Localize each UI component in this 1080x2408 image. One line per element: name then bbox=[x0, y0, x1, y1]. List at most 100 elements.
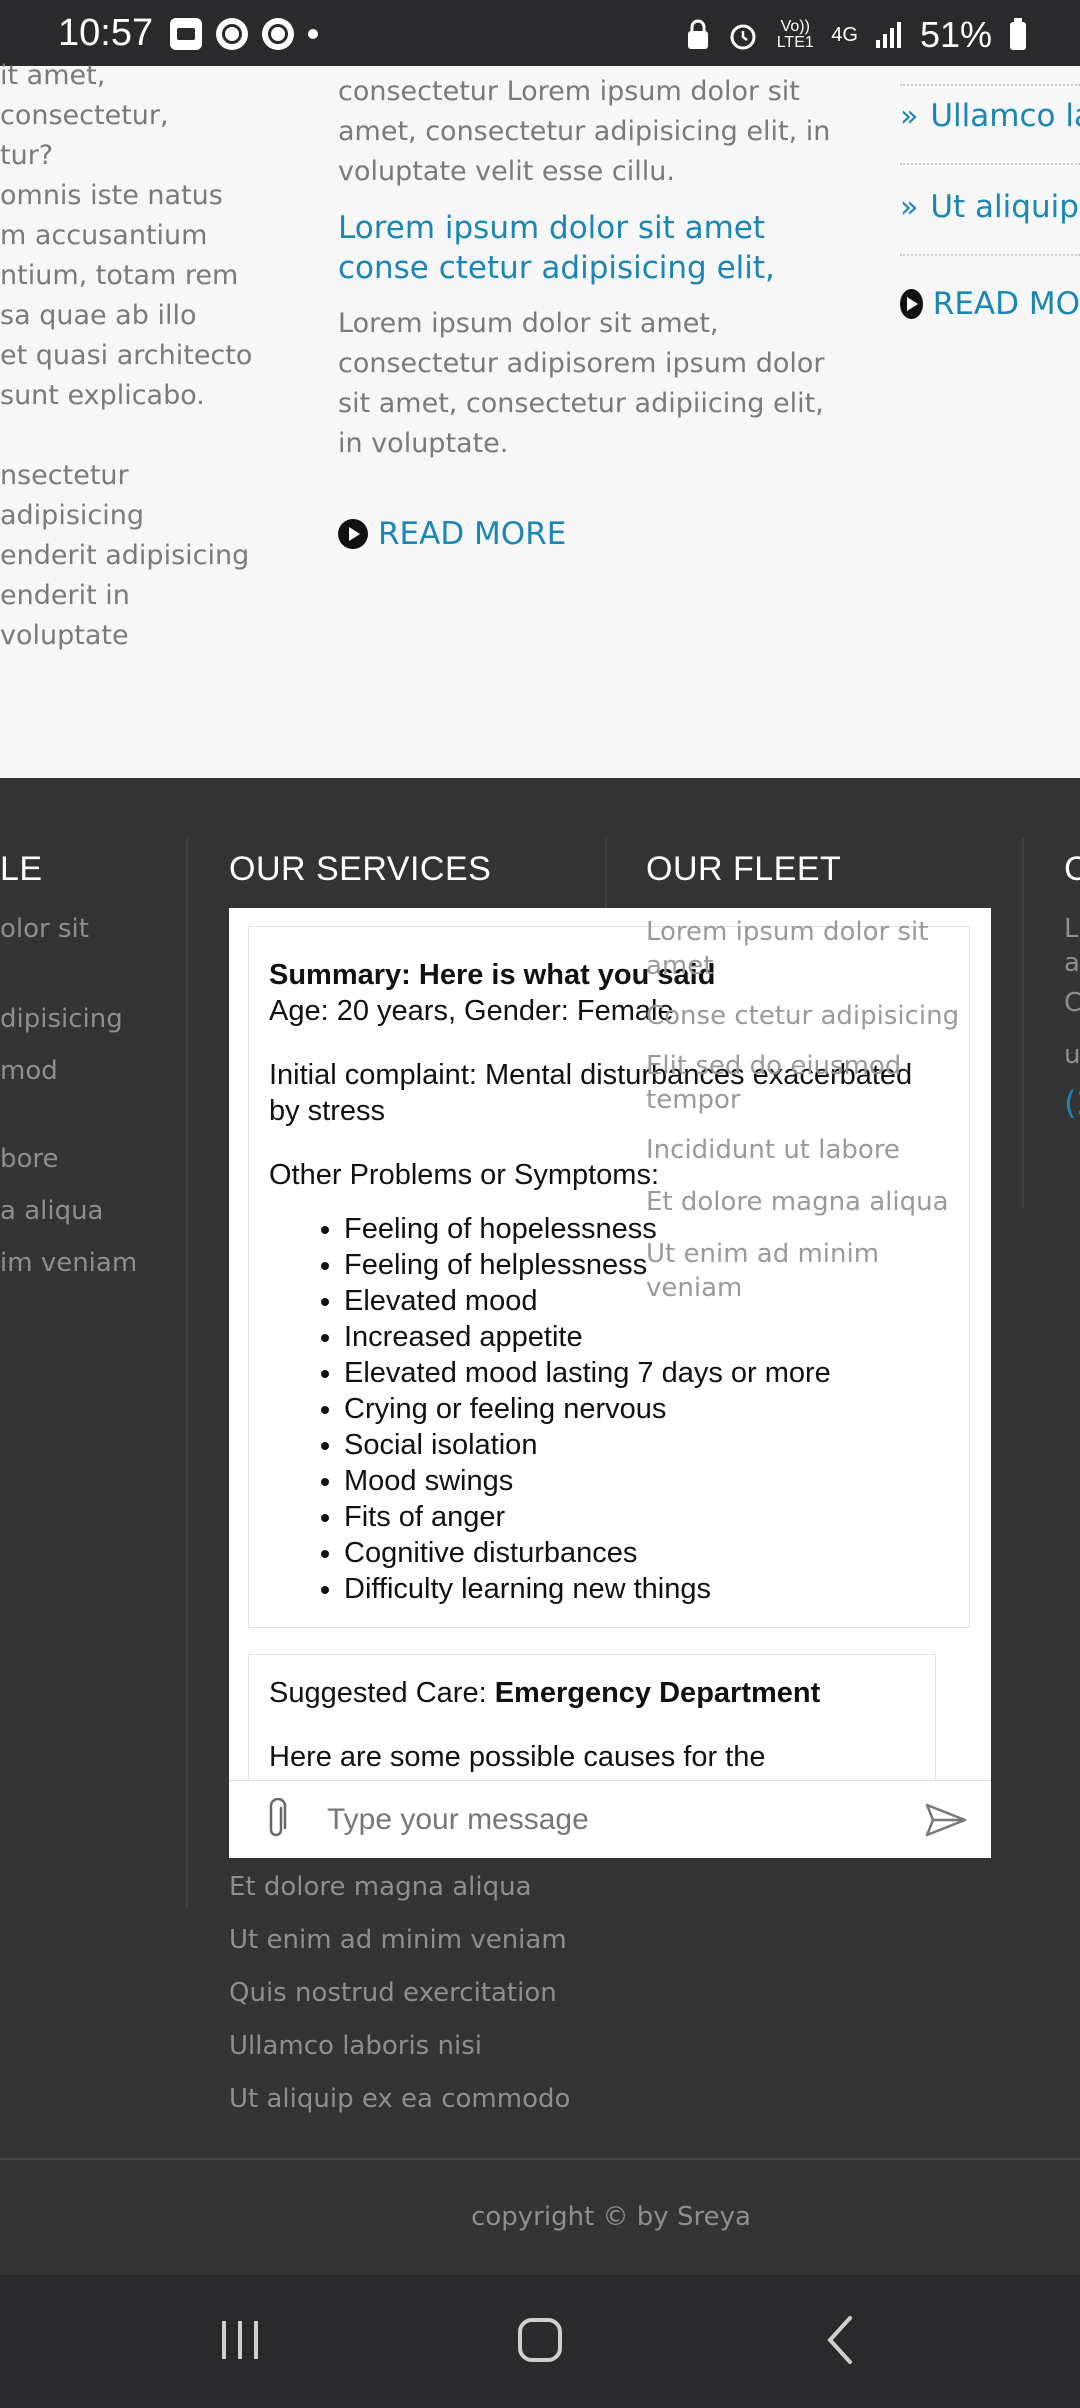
recent-apps-button[interactable] bbox=[200, 2305, 280, 2375]
send-button[interactable] bbox=[901, 1803, 991, 1837]
contact-line: C bbox=[1064, 988, 1080, 1018]
send-icon bbox=[925, 1803, 967, 1836]
blog-column-right: » Ullamco la » Ut aliquip READ MO bbox=[900, 84, 1080, 322]
fleet-link[interactable]: Conse ctetur adipisicing bbox=[646, 999, 976, 1033]
fleet-link[interactable]: Elit sed do eiusmod tempor bbox=[646, 1049, 976, 1117]
suggested-care-line: Suggested Care: Emergency Department bbox=[269, 1675, 915, 1711]
fleet-link[interactable]: Incididunt ut labore bbox=[646, 1133, 976, 1167]
divider bbox=[900, 254, 1080, 256]
footer-list-contact: L a C u (2 bbox=[1064, 912, 1080, 1120]
symptom-item: Increased appetite bbox=[344, 1319, 949, 1355]
read-more-link-right[interactable]: READ MO bbox=[900, 286, 1080, 322]
footer-heading-contact: C bbox=[1064, 850, 1080, 888]
footer-list-left: olor sit dipisicing mod bore a aliqua im… bbox=[0, 912, 137, 1280]
notification-icons bbox=[170, 18, 318, 50]
volte-label: Vo)) LTE1 bbox=[776, 18, 814, 51]
text-line: sa quae ab illo bbox=[0, 300, 197, 331]
contact-line: u bbox=[1064, 1040, 1080, 1070]
more-notifications-dot bbox=[308, 29, 318, 39]
message-input[interactable] bbox=[325, 1801, 889, 1838]
services-link[interactable]: Et dolore magna aliqua bbox=[229, 1870, 570, 1904]
text-line: sunt explicabo. bbox=[0, 380, 205, 411]
fleet-list: Lorem ipsum dolor sit amet Conse ctetur … bbox=[646, 915, 976, 1305]
symptom-item: Mood swings bbox=[344, 1463, 949, 1499]
contact-line: a bbox=[1064, 948, 1080, 978]
sidebar-link-1[interactable]: » Ullamco la bbox=[900, 96, 1080, 137]
blog-column-left: it amet, consectetur, tur? omnis iste na… bbox=[0, 56, 260, 656]
post-body-text: Lorem ipsum dolor sit amet, consectetur … bbox=[338, 308, 825, 459]
services-link[interactable]: Ut aliquip ex ea commodo bbox=[229, 2082, 570, 2116]
system-icons: Vo)) LTE1 4G 51% bbox=[685, 14, 1028, 56]
symptom-item: Elevated mood lasting 7 days or more bbox=[344, 1355, 949, 1391]
contact-line: L bbox=[1064, 914, 1079, 944]
footer-link[interactable]: dipisicing bbox=[0, 1002, 137, 1036]
text-line: enderit adipisicing bbox=[0, 540, 250, 571]
symptom-item: Cognitive disturbances bbox=[344, 1535, 949, 1571]
play-circle-icon bbox=[900, 289, 923, 319]
footer-heading-left: LE bbox=[0, 850, 43, 888]
gallery-icon bbox=[170, 18, 202, 50]
read-more-link[interactable]: READ MORE bbox=[338, 516, 838, 552]
divider bbox=[900, 163, 1080, 165]
services-link[interactable]: Quis nostrud exercitation bbox=[229, 1976, 570, 2010]
text-line: ntium, totam rem bbox=[0, 260, 239, 291]
recent-apps-icon bbox=[222, 2321, 258, 2359]
status-time: 10:57 bbox=[58, 12, 154, 54]
services-list: Et dolore magna aliqua Ut enim ad minim … bbox=[229, 1870, 570, 2116]
signal-icon bbox=[875, 22, 901, 48]
footer-link[interactable]: a aliqua bbox=[0, 1194, 137, 1228]
home-button[interactable] bbox=[500, 2305, 580, 2375]
sidebar-link-label: Ut aliquip bbox=[930, 189, 1079, 225]
home-icon bbox=[518, 2318, 562, 2362]
sidebar-link-label: Ullamco la bbox=[930, 98, 1080, 134]
lock-icon bbox=[688, 19, 709, 49]
divider bbox=[900, 84, 1080, 86]
battery-icon bbox=[1010, 18, 1026, 50]
symptom-item: Social isolation bbox=[344, 1427, 949, 1463]
text-line: it amet, consectetur, bbox=[0, 60, 169, 131]
fleet-link[interactable]: Ut enim ad minim veniam bbox=[646, 1237, 976, 1305]
footer-link[interactable]: mod bbox=[0, 1054, 137, 1088]
footer-link[interactable]: olor sit bbox=[0, 912, 137, 946]
footer-heading-fleet: OUR FLEET bbox=[646, 850, 842, 888]
double-chevron-icon: » bbox=[900, 99, 919, 134]
suggested-care-label: Suggested Care: bbox=[269, 1677, 495, 1709]
symptom-item: Fits of anger bbox=[344, 1499, 949, 1535]
app-notification-icon-2 bbox=[262, 18, 294, 50]
suggested-care-message: Suggested Care: Emergency Department Her… bbox=[248, 1654, 936, 1780]
footer-link[interactable]: im veniam bbox=[0, 1246, 137, 1280]
sidebar-link-2[interactable]: » Ut aliquip bbox=[900, 187, 1080, 228]
back-chevron-icon bbox=[827, 2316, 852, 2364]
text-line: m accusantium bbox=[0, 220, 208, 251]
android-nav-bar bbox=[0, 2275, 1080, 2408]
text-line: enderit in voluptate bbox=[0, 580, 130, 651]
read-more-label: READ MO bbox=[932, 286, 1080, 322]
services-link[interactable]: Ullamco laboris nisi bbox=[229, 2029, 570, 2063]
fleet-link[interactable]: Et dolore magna aliqua bbox=[646, 1185, 976, 1219]
contact-phone-link[interactable]: (2 bbox=[1064, 1086, 1080, 1120]
text-line: et quasi architecto bbox=[0, 340, 253, 371]
network-4g-label: 4G bbox=[831, 24, 858, 46]
post-title-link[interactable]: Lorem ipsum dolor sit amet conse ctetur … bbox=[338, 208, 838, 288]
attach-button[interactable] bbox=[229, 1797, 325, 1842]
text-line: omnis iste natus bbox=[0, 180, 223, 211]
causes-intro-text: Here are some possible causes for the bbox=[269, 1741, 766, 1773]
blog-column-middle: consectetur Lorem ipsum dolor sit amet, … bbox=[338, 72, 838, 552]
text-line: tur? bbox=[0, 140, 54, 171]
fleet-link[interactable]: Lorem ipsum dolor sit amet bbox=[646, 915, 976, 983]
footer-heading-services: OUR SERVICES bbox=[229, 850, 492, 888]
copyright-text: copyright © by Sreya bbox=[471, 2202, 751, 2232]
footer-link[interactable]: bore bbox=[0, 1142, 137, 1176]
services-link[interactable]: Ut enim ad minim veniam bbox=[229, 1923, 570, 1957]
suggested-care-value: Emergency Department bbox=[494, 1677, 821, 1709]
text-line: nsectetur adipisicing bbox=[0, 460, 144, 531]
back-button[interactable] bbox=[800, 2305, 880, 2375]
double-chevron-icon: » bbox=[900, 190, 919, 225]
alarm-icon bbox=[730, 24, 756, 50]
symptom-item: Difficulty learning new things bbox=[344, 1571, 949, 1607]
footer-divider bbox=[1022, 838, 1024, 1208]
battery-percent: 51% bbox=[919, 14, 992, 55]
app-notification-icon bbox=[216, 18, 248, 50]
symptom-item: Crying or feeling nervous bbox=[344, 1391, 949, 1427]
read-more-label: READ MORE bbox=[378, 516, 567, 552]
